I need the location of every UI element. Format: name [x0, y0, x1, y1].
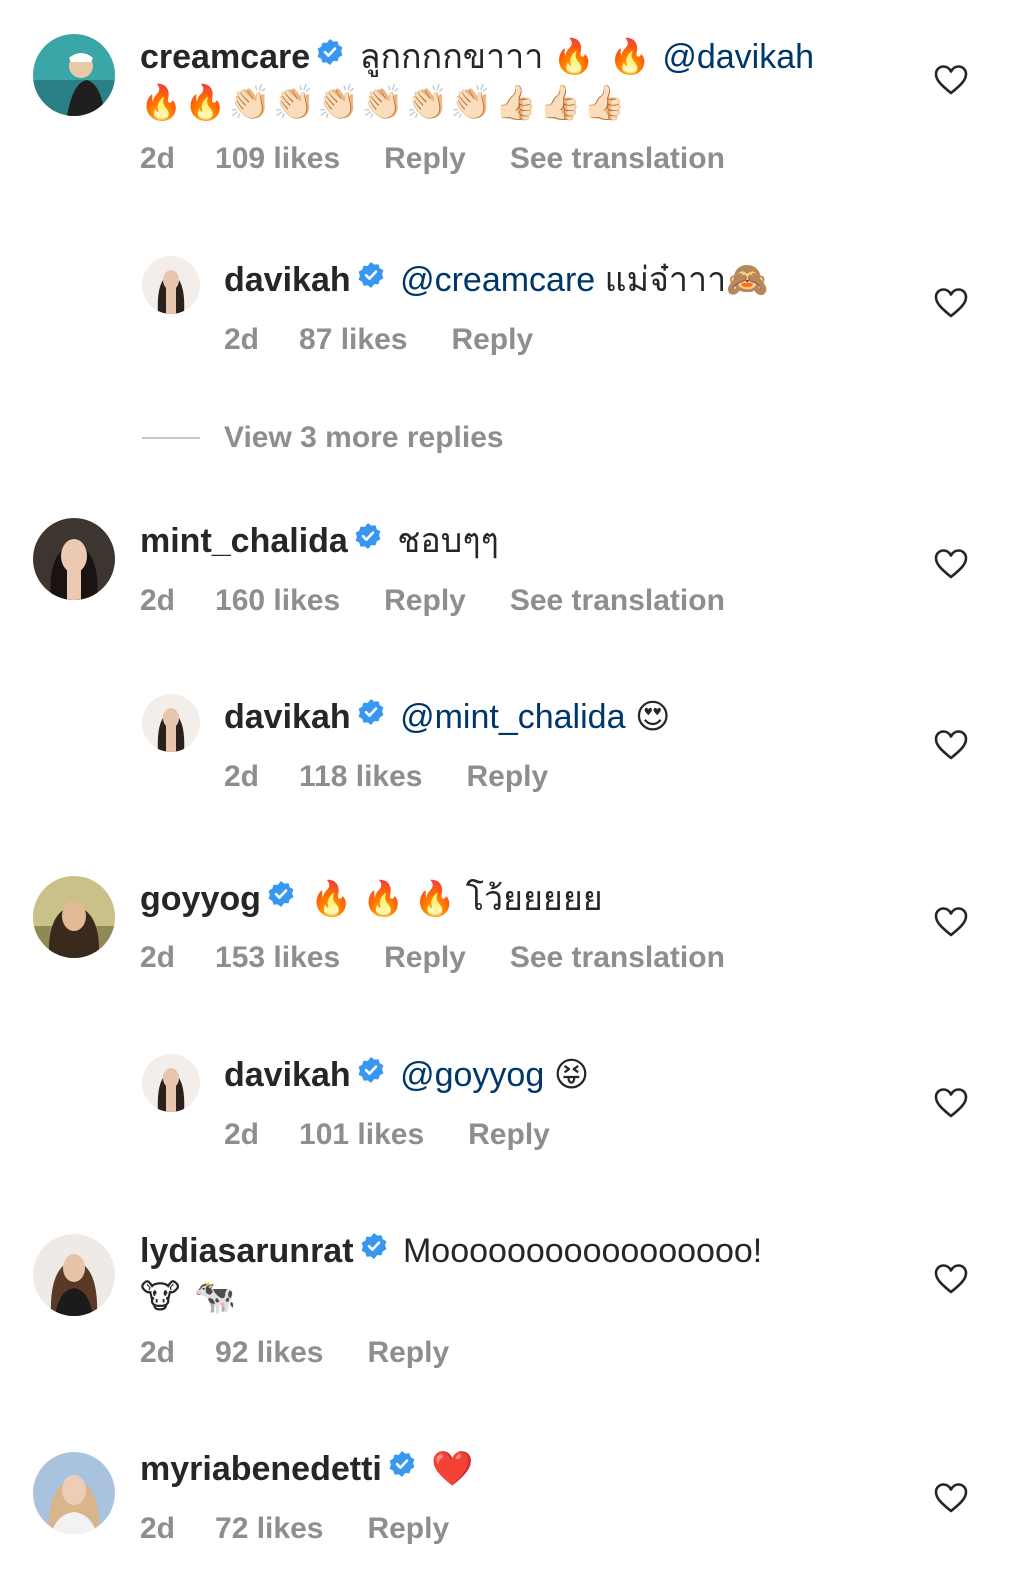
- comment-text: 😝: [553, 1056, 590, 1094]
- comment-username[interactable]: davikah: [224, 698, 351, 736]
- likes-count[interactable]: 109 likes: [215, 142, 340, 175]
- avatar[interactable]: [33, 34, 115, 116]
- view-more-replies-label[interactable]: View 3 more replies: [224, 421, 504, 455]
- comment-time: 2d: [140, 584, 176, 617]
- reply-button[interactable]: Reply: [384, 142, 466, 175]
- heart-outline-icon[interactable]: [934, 906, 968, 938]
- reply-button[interactable]: Reply: [468, 1118, 550, 1151]
- reply-button[interactable]: Reply: [367, 1336, 449, 1369]
- avatar[interactable]: [33, 1452, 115, 1534]
- likes-count[interactable]: 87 likes: [299, 323, 407, 356]
- comment-text: Mooooooooooooooooo!: [402, 1232, 763, 1270]
- heart-outline-icon[interactable]: [934, 1482, 968, 1514]
- reply-button[interactable]: Reply: [384, 941, 466, 974]
- avatar[interactable]: [142, 1054, 200, 1112]
- view-more-replies[interactable]: View 3 more replies: [142, 416, 504, 460]
- likes-count[interactable]: 153 likes: [215, 941, 340, 974]
- comment-time: 2d: [140, 1336, 176, 1369]
- comment-mention[interactable]: @davikah: [662, 38, 814, 76]
- comment-text: 😍: [634, 698, 671, 736]
- comment-username[interactable]: mint_chalida: [140, 522, 348, 560]
- likes-count[interactable]: 101 likes: [299, 1118, 424, 1151]
- comment-mention[interactable]: @mint_chalida: [400, 698, 625, 736]
- avatar[interactable]: [33, 876, 115, 958]
- heart-outline-icon[interactable]: [934, 1263, 968, 1295]
- comment-emoji: 🔥 🔥: [552, 38, 653, 76]
- avatar[interactable]: [142, 694, 200, 752]
- verified-badge-icon: [316, 38, 344, 66]
- reply-button[interactable]: Reply: [367, 1512, 449, 1545]
- avatar[interactable]: [33, 1234, 115, 1316]
- reply-button[interactable]: Reply: [466, 760, 548, 793]
- comment-text: 🔥 🔥 🔥 โว้ยยยยย: [310, 880, 603, 918]
- comment-time: 2d: [224, 760, 260, 793]
- comment-time: 2d: [140, 142, 176, 175]
- comment-username[interactable]: lydiasarunrat: [140, 1232, 354, 1270]
- verified-badge-icon: [357, 1056, 385, 1084]
- likes-count[interactable]: 160 likes: [215, 584, 340, 617]
- verified-badge-icon: [388, 1450, 416, 1478]
- verified-badge-icon: [360, 1232, 388, 1260]
- comment-time: 2d: [140, 941, 176, 974]
- comment-emoji-line: 🐮 🐄: [140, 1278, 239, 1316]
- avatar[interactable]: [142, 256, 200, 314]
- comment-text: ลูกกกกขาาา: [359, 38, 544, 76]
- verified-badge-icon: [267, 880, 295, 908]
- heart-outline-icon[interactable]: [934, 729, 968, 761]
- see-translation-button[interactable]: See translation: [510, 941, 725, 974]
- comment-text: แม่จ๋าาา🙈: [604, 261, 769, 299]
- avatar[interactable]: [33, 518, 115, 600]
- comment-emoji-line: 🔥🔥👏🏻👏🏻👏🏻👏🏻👏🏻👏🏻👍🏻👍🏻👍🏻: [140, 84, 628, 122]
- verified-badge-icon: [357, 261, 385, 289]
- reply-button[interactable]: Reply: [384, 584, 466, 617]
- comment-text: ชอบๆๆ: [397, 522, 499, 560]
- comment-mention[interactable]: @goyyog: [400, 1056, 544, 1094]
- comment-text: ❤️: [431, 1450, 474, 1488]
- comment-username[interactable]: myriabenedetti: [140, 1450, 382, 1488]
- comment-mention[interactable]: @creamcare: [400, 261, 595, 299]
- comment-username[interactable]: davikah: [224, 261, 351, 299]
- heart-outline-icon[interactable]: [934, 64, 968, 96]
- verified-badge-icon: [354, 522, 382, 550]
- comment-username[interactable]: davikah: [224, 1056, 351, 1094]
- heart-outline-icon[interactable]: [934, 1087, 968, 1119]
- see-translation-button[interactable]: See translation: [510, 584, 725, 617]
- likes-count[interactable]: 72 likes: [215, 1512, 323, 1545]
- likes-count[interactable]: 92 likes: [215, 1336, 323, 1369]
- reply-button[interactable]: Reply: [451, 323, 533, 356]
- comment-username[interactable]: goyyog: [140, 880, 261, 918]
- likes-count[interactable]: 118 likes: [299, 760, 422, 793]
- divider: [142, 437, 200, 439]
- comment-time: 2d: [140, 1512, 176, 1545]
- comment-username[interactable]: creamcare: [140, 38, 310, 76]
- see-translation-button[interactable]: See translation: [510, 142, 725, 175]
- comment-time: 2d: [224, 1118, 260, 1151]
- heart-outline-icon[interactable]: [934, 548, 968, 580]
- comment-time: 2d: [224, 323, 260, 356]
- heart-outline-icon[interactable]: [934, 287, 968, 319]
- verified-badge-icon: [357, 698, 385, 726]
